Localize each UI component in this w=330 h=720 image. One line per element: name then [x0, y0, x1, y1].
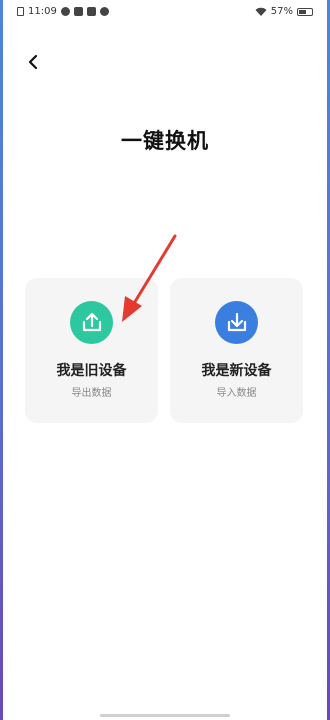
app-icon	[73, 7, 83, 16]
status-bar-right: 57%	[255, 6, 313, 17]
battery-fill	[299, 9, 306, 14]
back-button[interactable]	[19, 48, 47, 76]
old-device-subtitle: 导出数据	[71, 388, 112, 399]
status-bar: 11:09 57%	[3, 0, 327, 24]
status-bar-left: 11:09	[17, 6, 109, 17]
qq-icon	[99, 7, 109, 16]
old-device-title: 我是旧设备	[56, 363, 127, 379]
new-device-card[interactable]: 我是新设备 导入数据	[170, 278, 303, 423]
chevron-left-icon	[28, 54, 38, 70]
home-indicator[interactable]	[100, 714, 230, 717]
sim-icon	[17, 7, 24, 16]
upload-icon	[82, 312, 101, 331]
status-time: 11:09	[28, 6, 57, 17]
new-device-subtitle: 导入数据	[216, 388, 257, 399]
battery-percent: 57%	[270, 6, 293, 17]
old-device-card[interactable]: 我是旧设备 导出数据	[25, 278, 158, 423]
download-icon	[227, 312, 246, 331]
old-device-icon-circle	[70, 301, 113, 344]
message-icon	[86, 7, 96, 16]
battery-icon	[297, 7, 313, 16]
new-device-icon-circle	[215, 301, 258, 344]
page-title: 一键换机	[121, 129, 209, 153]
phone-screen: 11:09 57% 一键换机 我是旧设备 导出数据 我是新设备 导入数据	[3, 0, 327, 720]
new-device-title: 我是新设备	[201, 363, 272, 379]
wifi-icon	[255, 7, 267, 16]
notification-icon	[60, 7, 70, 16]
